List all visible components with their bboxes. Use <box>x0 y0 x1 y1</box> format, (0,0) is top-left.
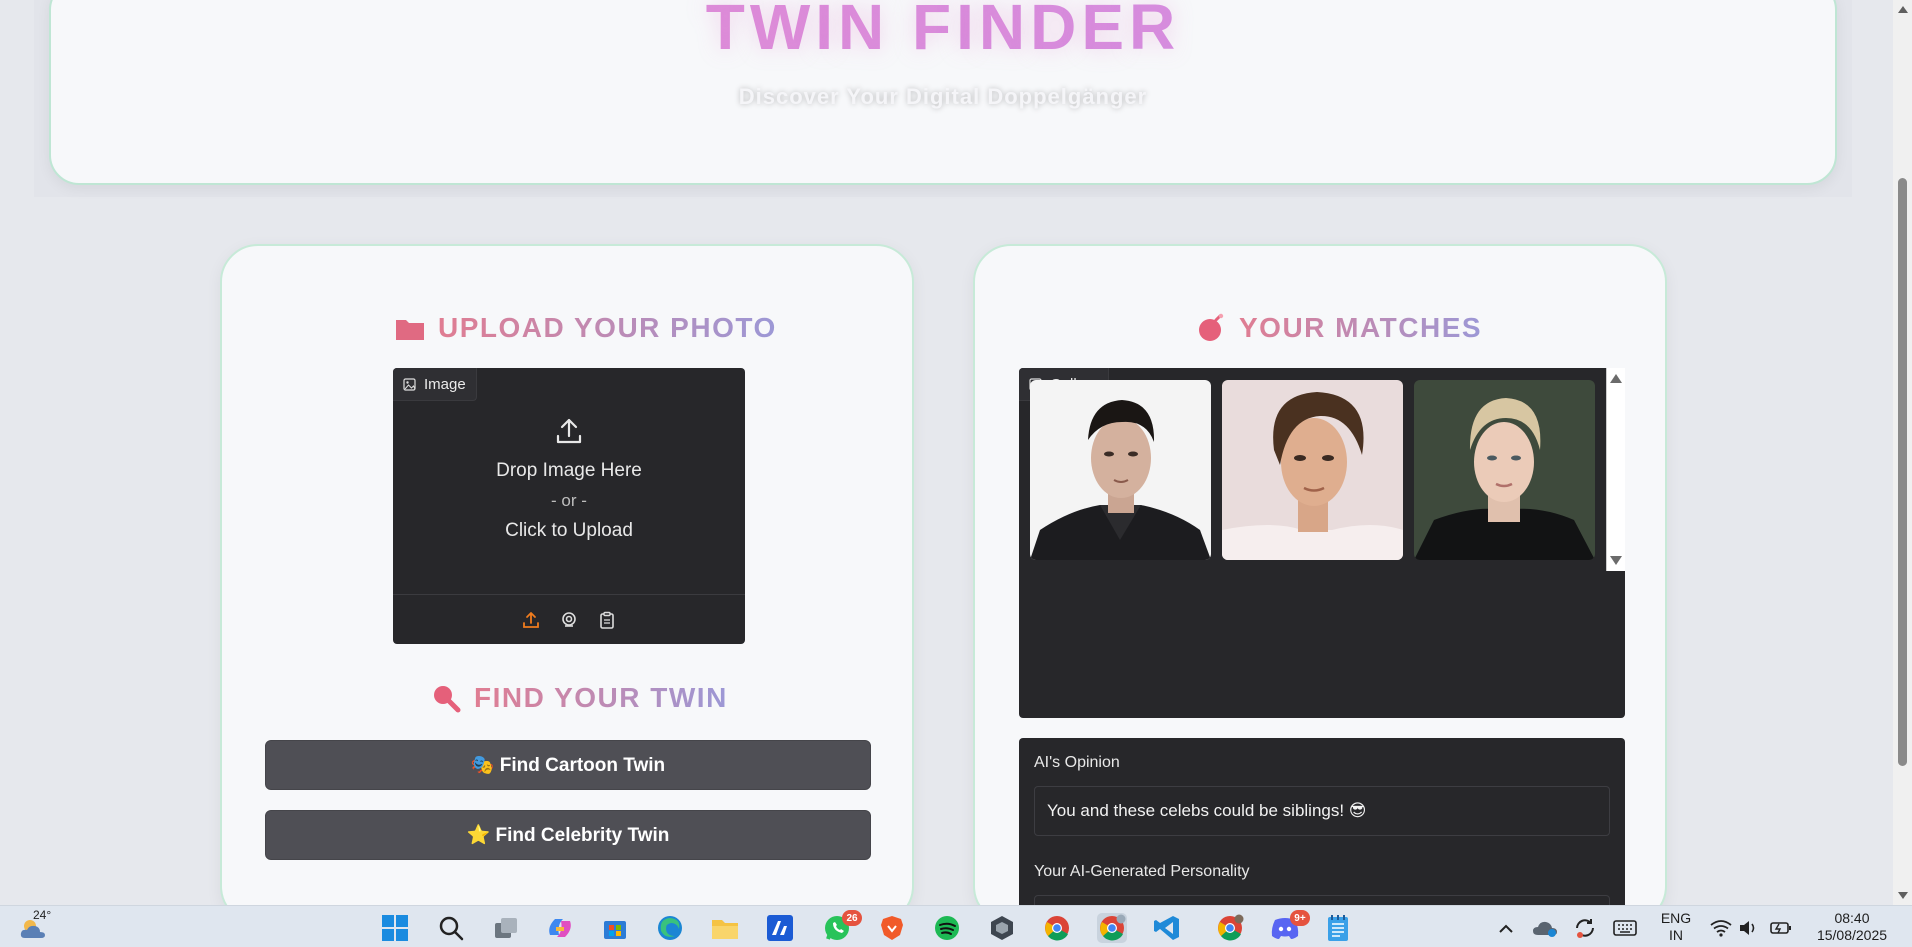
opinion-field[interactable]: You and these celebs could be siblings! … <box>1034 786 1610 836</box>
upload-prompt[interactable]: Drop Image Here - or - Click to Upload <box>393 416 745 546</box>
or-text: - or - <box>551 491 587 510</box>
scroll-up-arrow-icon[interactable] <box>1610 374 1622 383</box>
match-thumbnail-2[interactable] <box>1222 380 1403 560</box>
page-scroll-thumb[interactable] <box>1898 178 1907 766</box>
personality-label: Your AI-Generated Personality <box>1034 863 1250 880</box>
personality-field[interactable] <box>1034 895 1610 905</box>
click-upload-text: Click to Upload <box>505 520 633 541</box>
find-celebrity-twin-button[interactable]: ⭐ Find Celebrity Twin <box>265 810 871 860</box>
upload-heading: UPLOAD YOUR PHOTO <box>394 312 777 344</box>
chrome-profile-2-icon[interactable] <box>1215 913 1245 943</box>
chrome-icon[interactable] <box>1042 913 1072 943</box>
bomb-icon <box>1195 312 1227 344</box>
matches-heading: YOUR MATCHES <box>1195 312 1482 344</box>
app-cube-icon[interactable] <box>987 913 1017 943</box>
discord-badge: 9+ <box>1290 910 1310 926</box>
upload-icon[interactable] <box>521 610 541 630</box>
vscode-icon[interactable] <box>1152 913 1182 943</box>
find-heading-text: FIND YOUR TWIN <box>474 682 728 713</box>
search-icon[interactable] <box>436 913 466 943</box>
whatsapp-icon[interactable]: 26 <box>822 910 862 943</box>
upload-panel: UPLOAD YOUR PHOTO Image Drop Image Here … <box>220 244 914 905</box>
matches-heading-text: YOUR MATCHES <box>1239 312 1483 343</box>
magnifier-icon <box>430 682 462 714</box>
upload-heading-text: UPLOAD YOUR PHOTO <box>438 312 777 343</box>
volume-icon[interactable] <box>1733 913 1763 943</box>
webcam-icon[interactable] <box>559 610 579 630</box>
clock-time: 08:40 <box>1834 910 1870 926</box>
match-gallery: Gallery <box>1019 368 1625 718</box>
upload-arrow-icon <box>556 418 582 444</box>
clock-date: 15/08/2025 <box>1816 927 1888 943</box>
page-scroll-down-icon[interactable] <box>1898 892 1908 899</box>
page-subtitle: Discover Your Digital Doppelgänger <box>738 84 1148 109</box>
page-scrollbar[interactable] <box>1893 0 1912 905</box>
show-hidden-icons-chevron-icon[interactable] <box>1491 913 1521 943</box>
clipboard-icon[interactable] <box>597 610 617 630</box>
onedrive-icon[interactable] <box>1530 913 1560 943</box>
app-page: TWIN FINDER Discover Your Digital Doppel… <box>0 0 1893 905</box>
brave-icon[interactable] <box>877 913 907 943</box>
wifi-icon[interactable] <box>1706 913 1736 943</box>
task-view-icon[interactable] <box>491 913 521 943</box>
weather-temperature: 24° <box>33 908 52 922</box>
ai-results-box: AI's Opinion You and these celebs could … <box>1019 738 1625 905</box>
whatsapp-badge: 26 <box>842 910 862 926</box>
language-indicator[interactable]: ENG IN <box>1655 910 1697 944</box>
find-heading: FIND YOUR TWIN <box>430 682 728 714</box>
edge-icon[interactable] <box>655 913 685 943</box>
match-thumbnail-1[interactable] <box>1030 380 1211 560</box>
opinion-label: AI's Opinion <box>1034 754 1120 771</box>
microsoft-store-icon[interactable] <box>600 913 630 943</box>
page-scroll-up-icon[interactable] <box>1898 6 1908 13</box>
gallery-scrollbar[interactable] <box>1606 368 1625 571</box>
windows-start-icon[interactable] <box>380 913 410 943</box>
image-icon <box>403 377 416 391</box>
sync-icon[interactable] <box>1570 913 1600 943</box>
battery-icon[interactable] <box>1766 913 1796 943</box>
folder-icon <box>394 312 426 344</box>
matches-panel: YOUR MATCHES Gallery <box>973 244 1667 905</box>
header-card: TWIN FINDER Discover Your Digital Doppel… <box>49 0 1837 185</box>
image-chip-label: Image <box>424 375 466 393</box>
discord-icon[interactable]: 9+ <box>1270 910 1310 943</box>
drop-text: Drop Image Here <box>496 460 642 481</box>
chrome-profile-active-icon[interactable] <box>1097 913 1127 943</box>
find-cartoon-twin-button[interactable]: 🎭 Find Cartoon Twin <box>265 740 871 790</box>
upload-source-toolbar <box>393 594 745 644</box>
page-title: TWIN FINDER <box>51 0 1835 64</box>
match-thumbnail-3[interactable] <box>1414 380 1595 560</box>
notepad-icon[interactable] <box>1323 913 1353 943</box>
language-code: ENG <box>1660 910 1692 926</box>
keyboard-icon[interactable] <box>1610 913 1640 943</box>
clock[interactable]: 08:40 15/08/2025 <box>1808 910 1896 944</box>
scroll-down-arrow-icon[interactable] <box>1610 556 1622 565</box>
copilot-icon[interactable] <box>545 913 575 943</box>
image-chip: Image <box>393 368 477 401</box>
image-upload-dropzone[interactable]: Image Drop Image Here - or - Click to Up… <box>393 368 745 644</box>
file-explorer-icon[interactable] <box>710 913 740 943</box>
taskbar: 24° 26 9+ ENG IN 08:40 15/08/2025 <box>0 905 1912 947</box>
azure-dev-icon[interactable] <box>765 913 795 943</box>
language-region: IN <box>1669 927 1683 943</box>
spotify-icon[interactable] <box>932 913 962 943</box>
